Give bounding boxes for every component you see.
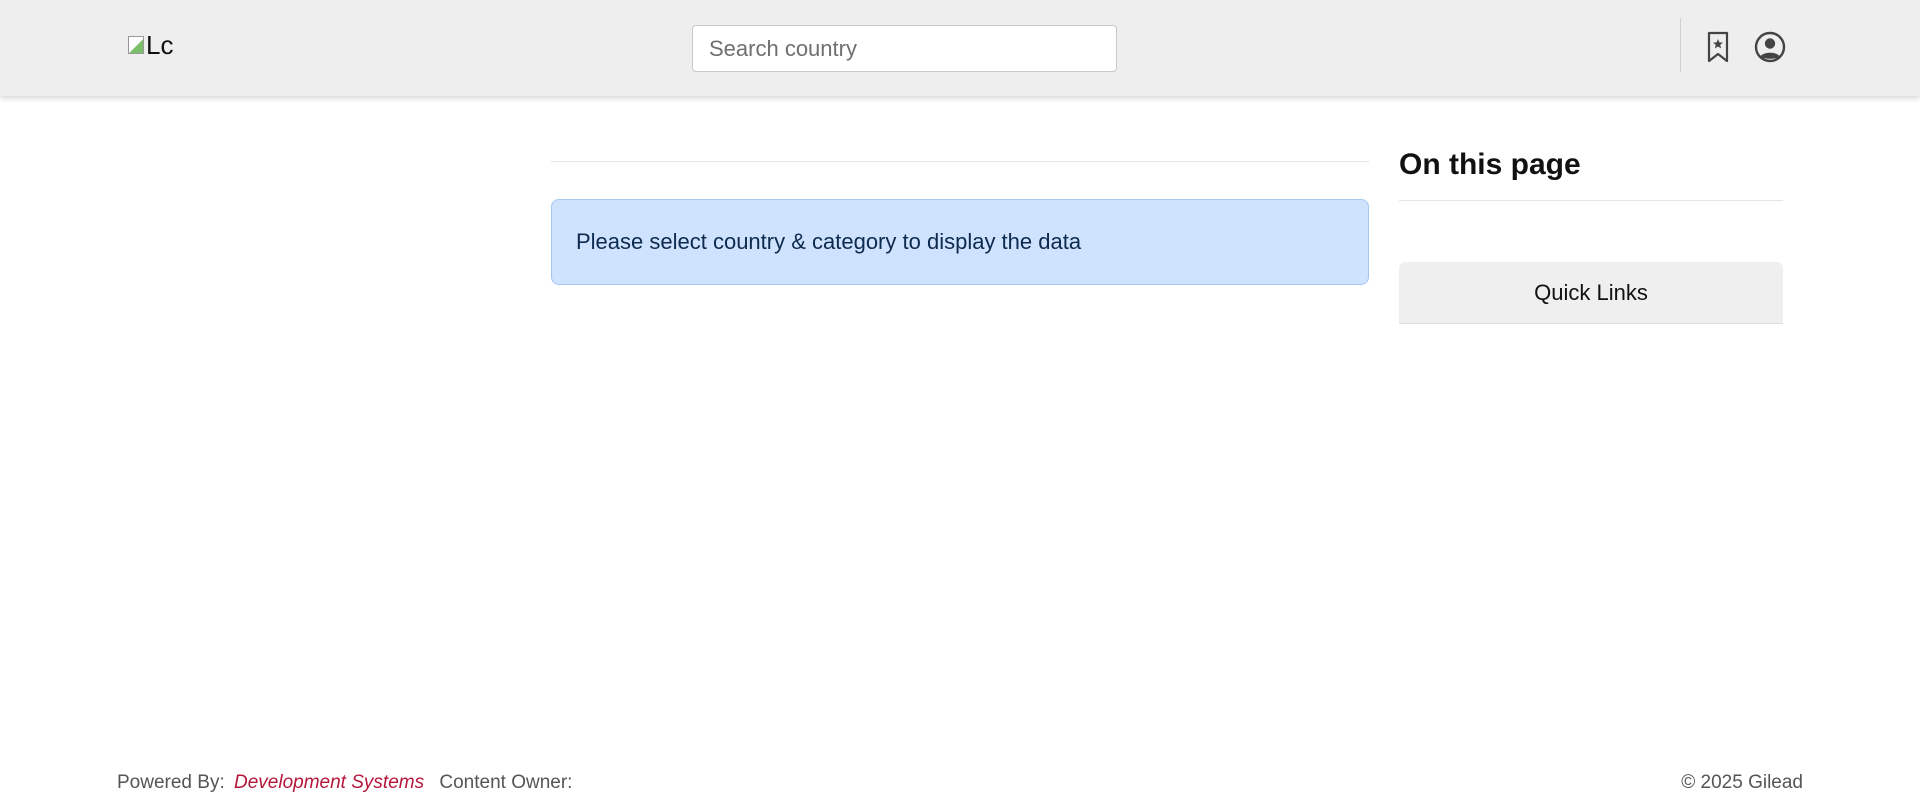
alert-message: Please select country & category to disp… <box>576 229 1082 254</box>
development-systems-link[interactable]: Development Systems <box>234 772 424 793</box>
logo-alt-text: Lc <box>146 29 174 60</box>
powered-by-label: Powered By: <box>117 772 225 793</box>
user-circle-icon <box>1754 31 1786 63</box>
quick-links-label: Quick Links <box>1534 279 1648 305</box>
quick-links-tab[interactable]: Quick Links <box>1399 262 1783 324</box>
info-alert: Please select country & category to disp… <box>551 199 1369 285</box>
account-button[interactable] <box>1752 28 1788 66</box>
sidebar-divider <box>1399 200 1783 201</box>
header-divider <box>1680 18 1681 72</box>
copyright: © 2025 Gilead <box>1681 772 1803 793</box>
top-header: Lc <box>0 0 1920 96</box>
content-owner-label: Content Owner: <box>439 772 573 793</box>
bookmark-button[interactable] <box>1700 28 1736 66</box>
logo[interactable]: Lc <box>128 28 178 62</box>
search-country-input[interactable] <box>692 25 1117 72</box>
footer-credits: Powered By: Development Systems Content … <box>117 772 572 794</box>
bookmark-star-icon <box>1707 31 1729 63</box>
content-divider <box>551 161 1369 162</box>
on-this-page-title: On this page <box>1399 148 1581 181</box>
broken-image-icon <box>128 36 144 54</box>
